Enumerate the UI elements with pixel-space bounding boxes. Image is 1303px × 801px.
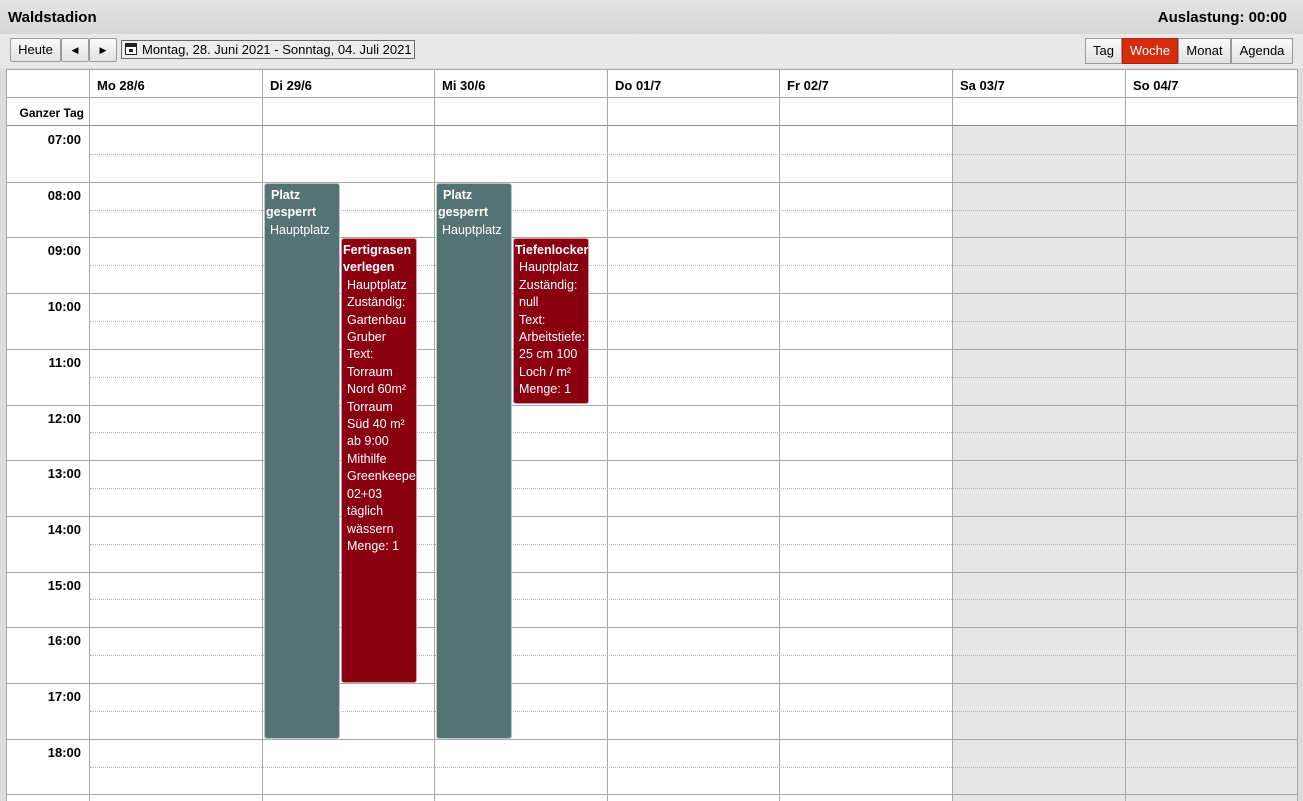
event-title: Fertigrasen verlegen [342, 239, 416, 277]
title-bar: Waldstadion Auslastung: 00:00 [0, 0, 1303, 35]
view-agenda-button[interactable]: Agenda [1231, 38, 1293, 64]
hour-line [7, 293, 1298, 294]
week-calendar: Ganzer Tag 07:00 08:00 09:00 10:00 11:00 12:0… [6, 69, 1298, 801]
allday-cell[interactable] [435, 98, 608, 126]
load-indicator: Auslastung: 00:00 [1157, 9, 1287, 26]
day-column[interactable] [780, 126, 953, 801]
half-hour-line [90, 154, 1298, 155]
event-details: Hauptplatz Zuständig: null Text: Arbeits… [519, 260, 586, 397]
view-week-button[interactable]: Woche [1122, 38, 1178, 64]
allday-cell[interactable] [1126, 98, 1298, 126]
date-range-picker[interactable]: Montag, 28. Juni 2021 - Sonntag, 04. Jul… [121, 40, 415, 59]
day-column[interactable] [953, 126, 1126, 801]
allday-cell[interactable] [90, 98, 263, 126]
allday-label: Ganzer Tag [7, 98, 90, 126]
day-header[interactable]: So 04/7 [1126, 70, 1298, 98]
hour-label: 17:00 [47, 689, 81, 704]
hour-label: 10:00 [47, 299, 81, 314]
hour-line [7, 627, 1298, 628]
prev-week-button[interactable]: ◀ [61, 38, 89, 62]
view-month-button[interactable]: Monat [1178, 38, 1231, 64]
day-header[interactable]: Mo 28/6 [90, 70, 263, 98]
hour-line [7, 572, 1298, 573]
hour-label: 07:00 [47, 132, 81, 147]
event-title-line: Platz [443, 188, 473, 202]
view-day-button[interactable]: Tag [1085, 38, 1122, 64]
event-title-line: Tiefenlockern [515, 243, 589, 257]
hour-label: 14:00 [47, 522, 81, 537]
hour-line [7, 237, 1298, 238]
date-range-text: Montag, 28. Juni 2021 - Sonntag, 04. Jul… [142, 42, 412, 57]
hour-label: 09:00 [47, 243, 81, 258]
window-title: Waldstadion [8, 9, 97, 26]
day-header[interactable]: Do 01/7 [608, 70, 780, 98]
chevron-right-icon: ▶ [99, 45, 107, 55]
event-title: Tiefenlockern [514, 239, 588, 259]
calendar-event[interactable]: Platz gesperrt Hauptplatz [436, 183, 512, 739]
day-header[interactable]: Sa 03/7 [953, 70, 1126, 98]
hour-label: 15:00 [47, 578, 81, 593]
hour-label: 08:00 [47, 188, 81, 203]
event-title: Platz gesperrt [265, 184, 339, 222]
day-header[interactable]: Fr 02/7 [780, 70, 953, 98]
hour-label: 16:00 [47, 633, 81, 648]
event-title-line: Platz [271, 188, 301, 202]
allday-cell[interactable] [263, 98, 435, 126]
hour-line [7, 349, 1298, 350]
event-details: Hauptplatz Zuständig: Gartenbau Gruber T… [347, 277, 417, 553]
day-header[interactable]: Di 29/6 [263, 70, 435, 98]
event-title-line: gesperrt [438, 205, 489, 220]
hour-line [7, 405, 1298, 406]
hour-label: 12:00 [47, 411, 81, 426]
day-column[interactable] [608, 126, 780, 801]
day-column[interactable] [1126, 126, 1298, 801]
hour-label: 18:00 [47, 745, 81, 760]
hour-line [7, 739, 1298, 740]
hour-line [7, 182, 1298, 183]
half-hour-line [90, 767, 1298, 768]
calendar-event[interactable]: Platz gesperrt Hauptplatz [264, 183, 340, 739]
allday-cell[interactable] [780, 98, 953, 126]
hour-label: 13:00 [47, 466, 81, 481]
event-title: Platz gesperrt [437, 184, 511, 222]
allday-cell[interactable] [953, 98, 1126, 126]
day-column[interactable] [90, 126, 263, 801]
calendar-event[interactable]: Fertigrasen verlegen Hauptplatz Zuständig:… [341, 238, 417, 683]
hour-line [7, 794, 1298, 795]
event-title-line: gesperrt [266, 205, 317, 220]
next-week-button[interactable]: ▶ [89, 38, 117, 62]
allday-cell[interactable] [608, 98, 780, 126]
hour-line [7, 683, 1298, 684]
event-title-line: verlegen [343, 260, 395, 275]
day-header[interactable]: Mi 30/6 [435, 70, 608, 98]
event-details: Hauptplatz [270, 222, 330, 237]
chevron-left-icon: ◀ [71, 45, 79, 55]
event-details: Hauptplatz [442, 222, 502, 237]
calendar-event[interactable]: Tiefenlockern Hauptplatz Zuständig: null … [513, 238, 589, 404]
hour-label: 11:00 [48, 355, 81, 370]
hour-line [7, 516, 1298, 517]
time-column: 07:00 08:00 09:00 10:00 11:00 12:00 13:00 14:00… [7, 126, 90, 801]
today-button[interactable]: Heute [10, 38, 61, 62]
header-corner [7, 70, 90, 98]
calendar-icon [125, 43, 137, 55]
hour-line [7, 460, 1298, 461]
event-title-line: Fertigrasen [343, 243, 412, 257]
